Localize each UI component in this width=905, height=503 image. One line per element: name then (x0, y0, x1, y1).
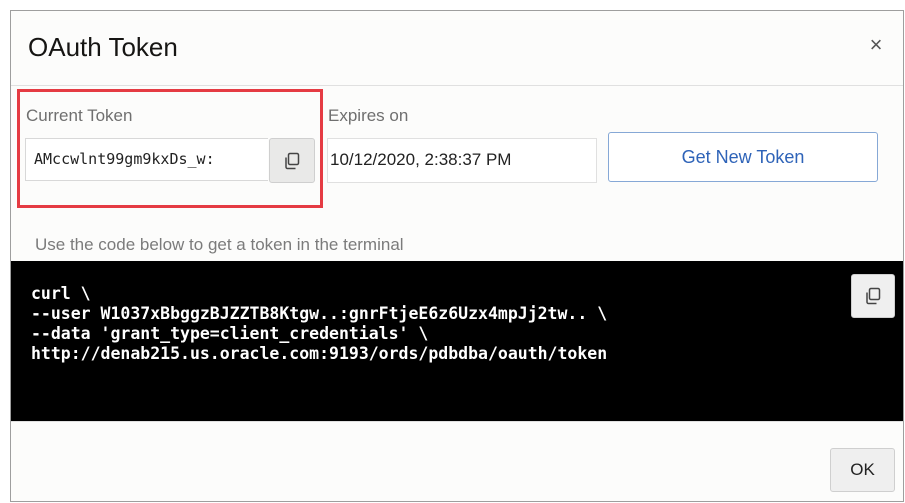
dialog-title: OAuth Token (28, 32, 178, 62)
copy-token-button[interactable] (269, 138, 315, 183)
copy-code-button[interactable] (851, 274, 895, 318)
oauth-token-dialog: OAuth Token × Current Token AMccwlnt99gm… (10, 10, 904, 502)
terminal-hint-text: Use the code below to get a token in the… (35, 235, 404, 254)
current-token-field[interactable]: AMccwlnt99gm9kxDs_w: (25, 138, 268, 181)
expires-on-field: 10/12/2020, 2:38:37 PM (327, 138, 597, 183)
get-new-token-button[interactable]: Get New Token (608, 132, 878, 182)
dialog-header: OAuth Token × (11, 11, 903, 86)
current-token-label: Current Token (26, 106, 133, 125)
ok-button[interactable]: OK (830, 448, 895, 492)
curl-command-code[interactable]: curl \ --user W1037xBbggzBJZZTB8Ktgw..:g… (31, 284, 607, 364)
copy-icon (285, 152, 300, 169)
close-icon: × (869, 32, 883, 57)
close-button[interactable]: × (861, 30, 891, 60)
expires-on-label: Expires on (328, 106, 409, 125)
copy-icon (866, 287, 881, 305)
dialog-footer: OK (11, 421, 903, 501)
code-block: curl \ --user W1037xBbggzBJZZTB8Ktgw..:g… (11, 261, 903, 421)
